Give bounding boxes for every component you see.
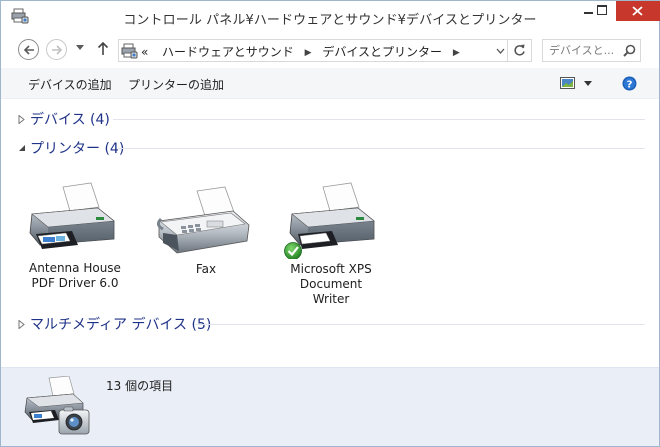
add-device-button[interactable]: デバイスの追加 bbox=[28, 76, 112, 93]
maximize-button[interactable] bbox=[589, 1, 615, 21]
refresh-icon[interactable] bbox=[513, 44, 526, 57]
address-bar[interactable]: « ハードウェアとサウンド ▶ デバイスとプリンター ▶ bbox=[118, 39, 532, 62]
printer-label-line: Microsoft XPS bbox=[290, 262, 372, 276]
content-pane: デバイス (4) プリンター (4) Antenna House PDF Dri… bbox=[1, 99, 659, 367]
printer-item-microsoft-xps[interactable]: Microsoft XPS Document Writer bbox=[276, 181, 386, 309]
group-title: デバイス (4) bbox=[30, 112, 110, 128]
item-count: 13 個の項目 bbox=[106, 379, 174, 393]
breadcrumb-separator-icon[interactable]: ▶ bbox=[305, 48, 312, 58]
printer-label-line: Writer bbox=[312, 292, 350, 306]
title-bar: コントロール パネル¥ハードウェアとサウンド¥デバイスとプリンター bbox=[1, 1, 660, 32]
up-arrow-icon[interactable] bbox=[97, 41, 109, 56]
group-title: プリンター (4) bbox=[30, 141, 125, 157]
devices-printers-icon bbox=[24, 376, 90, 435]
window-title: コントロール パネル¥ハードウェアとサウンド¥デバイスとプリンター bbox=[123, 13, 537, 28]
chevron-down-icon[interactable] bbox=[584, 81, 592, 86]
printer-icon bbox=[29, 182, 115, 249]
breadcrumb: « ハードウェアとサウンド ▶ デバイスとプリンター ▶ bbox=[141, 43, 467, 60]
group-header-devices[interactable]: デバイス (4) bbox=[1, 109, 659, 129]
printer-label-line: Fax bbox=[195, 262, 217, 276]
search-icon[interactable] bbox=[623, 44, 636, 57]
view-options-icon[interactable] bbox=[560, 77, 575, 89]
svg-text:?: ? bbox=[627, 80, 633, 91]
printer-label: Fax bbox=[151, 262, 261, 277]
group-header-printers[interactable]: プリンター (4) bbox=[1, 138, 659, 158]
details-pane: 13 個の項目 bbox=[1, 367, 659, 446]
command-bar: デバイスの追加 プリンターの追加 ? bbox=[1, 68, 659, 99]
forward-button[interactable] bbox=[46, 39, 67, 60]
devices-printers-icon bbox=[121, 43, 138, 59]
explorer-window: コントロール パネル¥ハードウェアとサウンド¥デバイスとプリンター « ハードウ… bbox=[0, 0, 660, 447]
group-divider bbox=[194, 324, 645, 325]
add-printer-button[interactable]: プリンターの追加 bbox=[128, 76, 224, 93]
group-title: マルチメディア デバイス (5) bbox=[30, 317, 212, 333]
breadcrumb-item-devices-printers[interactable]: デバイスとプリンター bbox=[322, 43, 442, 60]
printer-item-antenna-house[interactable]: Antenna House PDF Driver 6.0 bbox=[20, 181, 130, 291]
help-icon[interactable]: ? bbox=[622, 76, 637, 91]
search-box[interactable] bbox=[542, 39, 641, 62]
arrow-right-icon bbox=[52, 45, 63, 55]
group-divider bbox=[113, 119, 645, 120]
group-header-multimedia[interactable]: マルチメディア デバイス (5) bbox=[1, 314, 659, 334]
search-input[interactable] bbox=[549, 43, 619, 58]
fax-icon bbox=[156, 186, 250, 254]
close-button[interactable] bbox=[616, 1, 660, 21]
printer-label: Antenna House PDF Driver 6.0 bbox=[20, 261, 130, 291]
group-divider bbox=[118, 148, 645, 149]
recent-locations-chevron-icon[interactable] bbox=[76, 45, 84, 51]
printer-label-line: Antenna House bbox=[29, 261, 121, 275]
chevron-down-icon[interactable] bbox=[496, 48, 505, 54]
expand-triangle-icon[interactable] bbox=[18, 320, 25, 329]
address-divider bbox=[507, 40, 508, 61]
expand-triangle-icon[interactable] bbox=[18, 115, 25, 124]
close-icon bbox=[632, 6, 643, 16]
printer-label-line: Document bbox=[299, 277, 363, 291]
collapse-triangle-icon[interactable] bbox=[18, 144, 26, 152]
navigation-bar: « ハードウェアとサウンド ▶ デバイスとプリンター ▶ bbox=[1, 32, 659, 68]
back-button[interactable] bbox=[18, 39, 39, 60]
printer-icon bbox=[284, 182, 375, 259]
breadcrumb-overflow[interactable]: « bbox=[141, 45, 148, 59]
breadcrumb-item-hardware-sound[interactable]: ハードウェアとサウンド bbox=[162, 43, 294, 60]
arrow-left-icon bbox=[23, 45, 34, 55]
printer-item-fax[interactable]: Fax bbox=[151, 181, 261, 281]
breadcrumb-separator-icon[interactable]: ▶ bbox=[453, 48, 460, 58]
printer-label: Microsoft XPS Document Writer bbox=[276, 262, 386, 307]
printer-label-line: PDF Driver 6.0 bbox=[31, 276, 119, 290]
